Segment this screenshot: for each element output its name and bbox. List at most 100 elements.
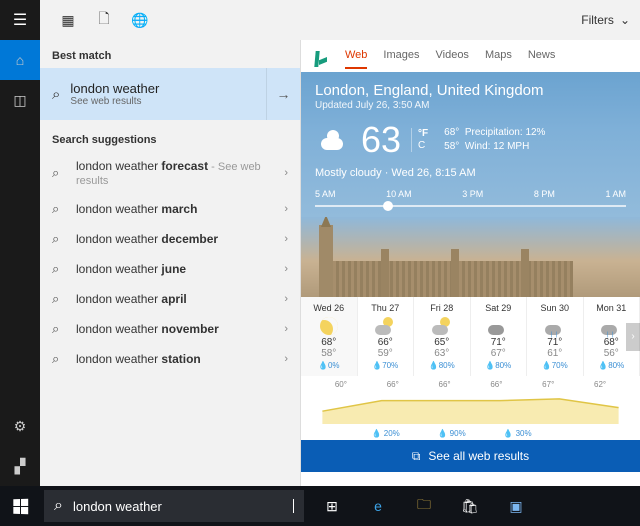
forecast-day-label: Sun 30 — [529, 303, 581, 313]
forecast-precip: 💧70% — [360, 361, 412, 370]
forecast-day-label: Thu 27 — [360, 303, 412, 313]
edge-button[interactable]: e — [356, 486, 400, 526]
search-icon: ⌕ — [52, 201, 66, 217]
search-icon: ⌕ — [52, 231, 66, 247]
bing-tab-videos[interactable]: Videos — [436, 49, 469, 69]
bing-tabs: Web Images Videos Maps News — [301, 40, 640, 72]
search-icon: ⌕ — [52, 165, 66, 181]
bing-tab-web[interactable]: Web — [345, 49, 367, 69]
forecast-day[interactable]: Sat 2971°67°💧80% — [471, 297, 528, 376]
start-button[interactable] — [0, 486, 40, 526]
menu-icon[interactable]: ☰ — [0, 0, 40, 40]
timeline-tick: 10 AM — [386, 189, 412, 199]
chart-value-label: 67° — [542, 380, 554, 389]
task-view-button[interactable]: ⊞ — [310, 486, 354, 526]
forecast-lo: 58° — [303, 348, 355, 359]
forecast-precip: 💧80% — [416, 361, 468, 370]
search-icon: ⌕ — [52, 321, 66, 337]
forecast-next-icon[interactable]: › — [626, 323, 640, 351]
app-button[interactable]: ▣ — [494, 486, 538, 526]
forecast-icon — [360, 315, 412, 337]
filters-button[interactable]: Filters ⌄ — [581, 13, 630, 27]
suggestion-text: london weather december — [76, 232, 274, 246]
timeline-tick: 3 PM — [462, 189, 483, 199]
chart-value-label: 66° — [387, 380, 399, 389]
chart-precip-label: 💧 90% — [438, 429, 466, 438]
forecast-day[interactable]: Sun 30❘❘71°61°💧70% — [527, 297, 584, 376]
open-arrow-icon[interactable]: → — [266, 68, 300, 120]
suggestion-item[interactable]: ⌕ london weather december › — [40, 224, 300, 254]
forecast-icon — [416, 315, 468, 337]
web-scope-icon[interactable]: 🌐 — [122, 2, 158, 38]
chevron-down-icon: ⌄ — [620, 13, 630, 27]
best-match-item[interactable]: ⌕ london weather See web results → — [40, 68, 300, 120]
chart-precip-label: 💧 20% — [372, 429, 400, 438]
unit-toggle[interactable]: °F C — [411, 128, 428, 152]
forecast-lo: 63° — [416, 348, 468, 359]
bing-tab-news[interactable]: News — [528, 49, 556, 69]
forecast-day[interactable]: Thu 27 66°59° 💧70% — [358, 297, 415, 376]
forecast-hi: 68° — [303, 337, 355, 348]
hourly-timeline[interactable]: 5 AM10 AM3 PM8 PM1 AM — [315, 189, 626, 207]
suggestion-item[interactable]: ⌕ london weather november › — [40, 314, 300, 344]
chart-precip-label: 💧 30% — [503, 429, 531, 438]
suggestion-text: london weather station — [76, 352, 274, 366]
forecast-hi: 66° — [360, 337, 412, 348]
forecast-day-label: Sat 29 — [473, 303, 525, 313]
suggestion-item[interactable]: ⌕london weather june› — [40, 254, 300, 284]
explorer-button[interactable]: 🗀 — [402, 486, 446, 526]
forecast-day-label: Wed 26 — [303, 303, 355, 313]
suggestion-item[interactable]: ⌕ london weather forecast - See web resul… — [40, 152, 300, 194]
weather-location: London, England, United Kingdom — [315, 82, 626, 99]
search-icon: ⌕ — [52, 261, 66, 277]
chart-value-label: 66° — [490, 380, 502, 389]
forecast-day[interactable]: Fri 28 65°63° 💧80% — [414, 297, 471, 376]
settings-icon[interactable]: ⚙ — [0, 406, 40, 446]
suggestion-text: london weather march — [76, 202, 274, 216]
bing-logo-icon — [313, 51, 329, 67]
forecast-lo: 59° — [360, 348, 412, 359]
best-match-heading: Best match — [40, 40, 300, 68]
suggestion-text: london weather forecast - See web result… — [76, 159, 274, 187]
timeline-tick: 5 AM — [315, 189, 336, 199]
search-input[interactable] — [73, 499, 289, 514]
suggestion-text: london weather november — [76, 322, 274, 336]
documents-scope-icon[interactable]: 🗋 — [86, 2, 122, 38]
bing-tab-images[interactable]: Images — [383, 49, 419, 69]
weather-condition-icon — [315, 122, 351, 158]
forecast-day[interactable]: Wed 2668°58°💧0% — [301, 297, 358, 376]
notebook-icon[interactable]: ◫ — [0, 80, 40, 120]
chevron-right-icon: › — [284, 293, 288, 305]
timeline-tick: 1 AM — [605, 189, 626, 199]
bing-tab-maps[interactable]: Maps — [485, 49, 512, 69]
forecast-lo: 61° — [529, 348, 581, 359]
forecast-hi: 71° — [473, 337, 525, 348]
preview-pane: Web Images Videos Maps News London, England,… — [300, 40, 640, 486]
chevron-right-icon: › — [284, 323, 288, 335]
see-all-results-button[interactable]: ⧉ See all web results — [301, 440, 640, 472]
home-icon[interactable]: ⌂ — [0, 40, 40, 80]
chevron-right-icon: › — [284, 203, 288, 215]
taskbar: ⌕ ⊞ e 🗀 🛍 ▣ — [0, 486, 640, 526]
forecast-icon — [303, 315, 355, 337]
suggestion-item[interactable]: ⌕london weather april› — [40, 284, 300, 314]
forecast-day-label: Fri 28 — [416, 303, 468, 313]
taskbar-search[interactable]: ⌕ — [44, 490, 304, 522]
search-icon: ⌕ — [52, 351, 66, 367]
forecast-hi: 71° — [529, 337, 581, 348]
store-button[interactable]: 🛍 — [448, 486, 492, 526]
suggestion-text: london weather april — [76, 292, 274, 306]
location-image — [301, 217, 640, 297]
weather-details: 68° Precipitation: 12% 58° Wind: 12 MPH — [444, 126, 545, 154]
forecast-row: Wed 2668°58°💧0%Thu 2766°59°💧70%Fri 2865°… — [301, 297, 640, 376]
forecast-hi: 65° — [416, 337, 468, 348]
apps-scope-icon[interactable]: ▦ — [50, 2, 86, 38]
feedback-icon[interactable]: ▞ — [0, 446, 40, 486]
forecast-icon: ❘❘ — [529, 315, 581, 337]
chevron-right-icon: › — [284, 263, 288, 275]
forecast-day-label: Mon 31 — [586, 303, 638, 313]
suggestion-item[interactable]: ⌕ london weather march › — [40, 194, 300, 224]
chevron-right-icon: › — [284, 233, 288, 245]
weather-status: Mostly cloudy · Wed 26, 8:15 AM — [315, 167, 626, 179]
suggestion-item[interactable]: ⌕london weather station› — [40, 344, 300, 374]
